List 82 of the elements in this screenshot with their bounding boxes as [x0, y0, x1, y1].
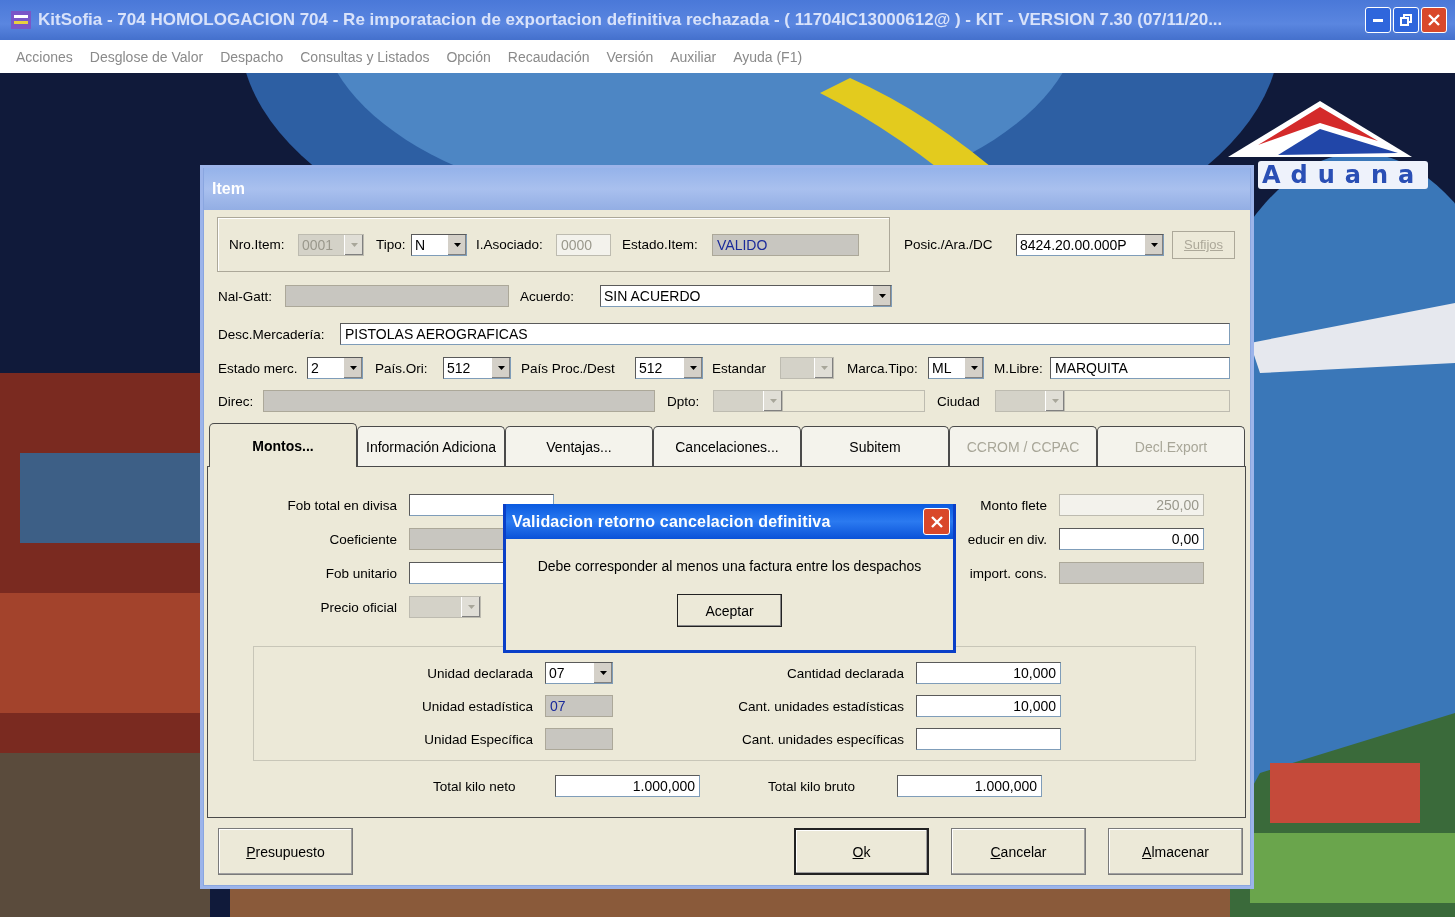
dropdown-value: 8424.20.00.000P [1019, 235, 1128, 255]
dropdown[interactable]: SIN ACUERDO [600, 285, 892, 307]
field-label: import. cons. [968, 565, 1048, 581]
field-label: Unidad estadística [420, 698, 534, 714]
dropdown-value: 512 [446, 359, 472, 378]
menu-item[interactable]: Auxiliar [670, 48, 717, 65]
menu-item[interactable]: Opción [446, 48, 491, 65]
dialog-button[interactable]: Almacenar [1108, 828, 1243, 875]
menu-item[interactable]: Consultas y Listados [300, 48, 430, 65]
dialog-title: Item [212, 180, 245, 198]
field-label: Cantidad declarada [785, 665, 905, 681]
field-label: Dpto: [667, 393, 701, 409]
tab[interactable]: Subitem [801, 426, 949, 466]
field-label: Cant. unidades específicas [740, 731, 905, 747]
dropdown-value: ML [931, 359, 953, 378]
field-label: Marca.Tipo: [847, 360, 919, 376]
dropdown-value: 512 [638, 359, 664, 378]
menu-item[interactable]: Versión [606, 48, 654, 65]
dropdown[interactable]: N [411, 233, 467, 256]
dropdown-value: 2 [310, 359, 320, 378]
input-field[interactable]: 10,000 [916, 695, 1061, 717]
field-label: Ciudad [937, 393, 981, 409]
dropdown[interactable]: 512 [635, 357, 703, 379]
input-field[interactable]: MARQUITA [1050, 357, 1230, 379]
dropdown-value: SIN ACUERDO [603, 287, 702, 306]
input-field: VALIDO [712, 233, 859, 256]
menu-item[interactable]: Ayuda (F1) [733, 48, 803, 65]
field-label: Coeficiente [328, 531, 398, 547]
input-field[interactable]: 10,000 [916, 662, 1061, 684]
dropdown-value: 07 [548, 664, 566, 683]
tab[interactable]: Información Adiciona [357, 426, 505, 466]
field-label: Direc: [218, 393, 255, 409]
input-field: 07 [545, 695, 613, 717]
field-label: Fob total en divisa [286, 497, 398, 513]
input-field[interactable]: 1.000,000 [555, 775, 700, 797]
dropdown-value: N [414, 235, 427, 255]
field-label: Estandar [712, 360, 768, 376]
dialog-button[interactable]: Ok [794, 828, 929, 875]
dropdown[interactable]: ML [928, 357, 984, 379]
alert-title: Validacion retorno cancelacion definitiva [512, 512, 831, 531]
field-label: País.Ori: [375, 360, 429, 376]
field-label: educir en div. [966, 531, 1048, 547]
field-label: Estado.Item: [622, 237, 699, 252]
field-label: Cant. unidades estadísticas [737, 698, 905, 714]
field-label: Nal-Gatt: [218, 288, 273, 304]
menu-item[interactable]: Desglose de Valor [89, 48, 204, 65]
logo-text: Aduana [1258, 161, 1429, 189]
dropdown[interactable]: 8424.20.00.000P [1016, 233, 1164, 256]
input-field[interactable]: PISTOLAS AEROGRAFICAS [340, 323, 1230, 345]
field-label: Acuerdo: [520, 288, 576, 304]
tab[interactable]: Ventajas... [505, 426, 653, 466]
menu-item[interactable]: Recaudación [507, 48, 590, 65]
menu-item[interactable]: Acciones [16, 48, 73, 65]
field-label: Precio oficial [319, 599, 398, 615]
dropdown[interactable]: 2 [307, 357, 363, 379]
field-label: Desc.Mercadería: [218, 326, 326, 342]
field-label: Nro.Item: [229, 237, 286, 252]
field-label: M.Libre: [994, 360, 1044, 376]
menu-item[interactable]: Despacho [220, 48, 284, 65]
field-label: País Proc./Dest [521, 360, 616, 376]
field-label: Total kilo bruto [768, 778, 857, 794]
field-label: Total kilo neto [433, 778, 517, 794]
tab[interactable]: Cancelaciones... [653, 426, 801, 466]
field-label: Posic./Ara./DC [904, 237, 994, 252]
field-label: Unidad declarada [426, 665, 534, 681]
field-label: I.Asociado: [476, 237, 544, 252]
tab[interactable]: Montos... [209, 423, 357, 467]
dropdown[interactable]: 07 [545, 662, 613, 684]
field-label: Monto flete [979, 497, 1048, 513]
field-label: Unidad Específica [423, 731, 534, 747]
field-label: Tipo: [376, 237, 407, 252]
dialog-button[interactable]: Presupuesto [218, 828, 353, 875]
input-field[interactable]: 0,00 [1059, 528, 1204, 550]
alert-message: Debe corresponder al menos una factura entre los despachos [537, 558, 922, 574]
dialog-button[interactable]: Cancelar [951, 828, 1086, 875]
field-label: Fob unitario [324, 565, 398, 581]
input-field[interactable]: 1.000,000 [897, 775, 1042, 797]
dropdown-value: 0001 [301, 235, 335, 255]
window-title: KitSofia - 704 HOMOLOGACION 704 - Re imporatacion de exportacion definitiva rechazada - ( 11704IC13000612@ ) - KIT - VERSION 7.30 (07/11/20... [38, 10, 1224, 30]
dropdown[interactable]: 512 [443, 357, 511, 379]
field-label: Estado merc. [218, 360, 299, 376]
accept-button[interactable]: Aceptar [677, 594, 782, 627]
